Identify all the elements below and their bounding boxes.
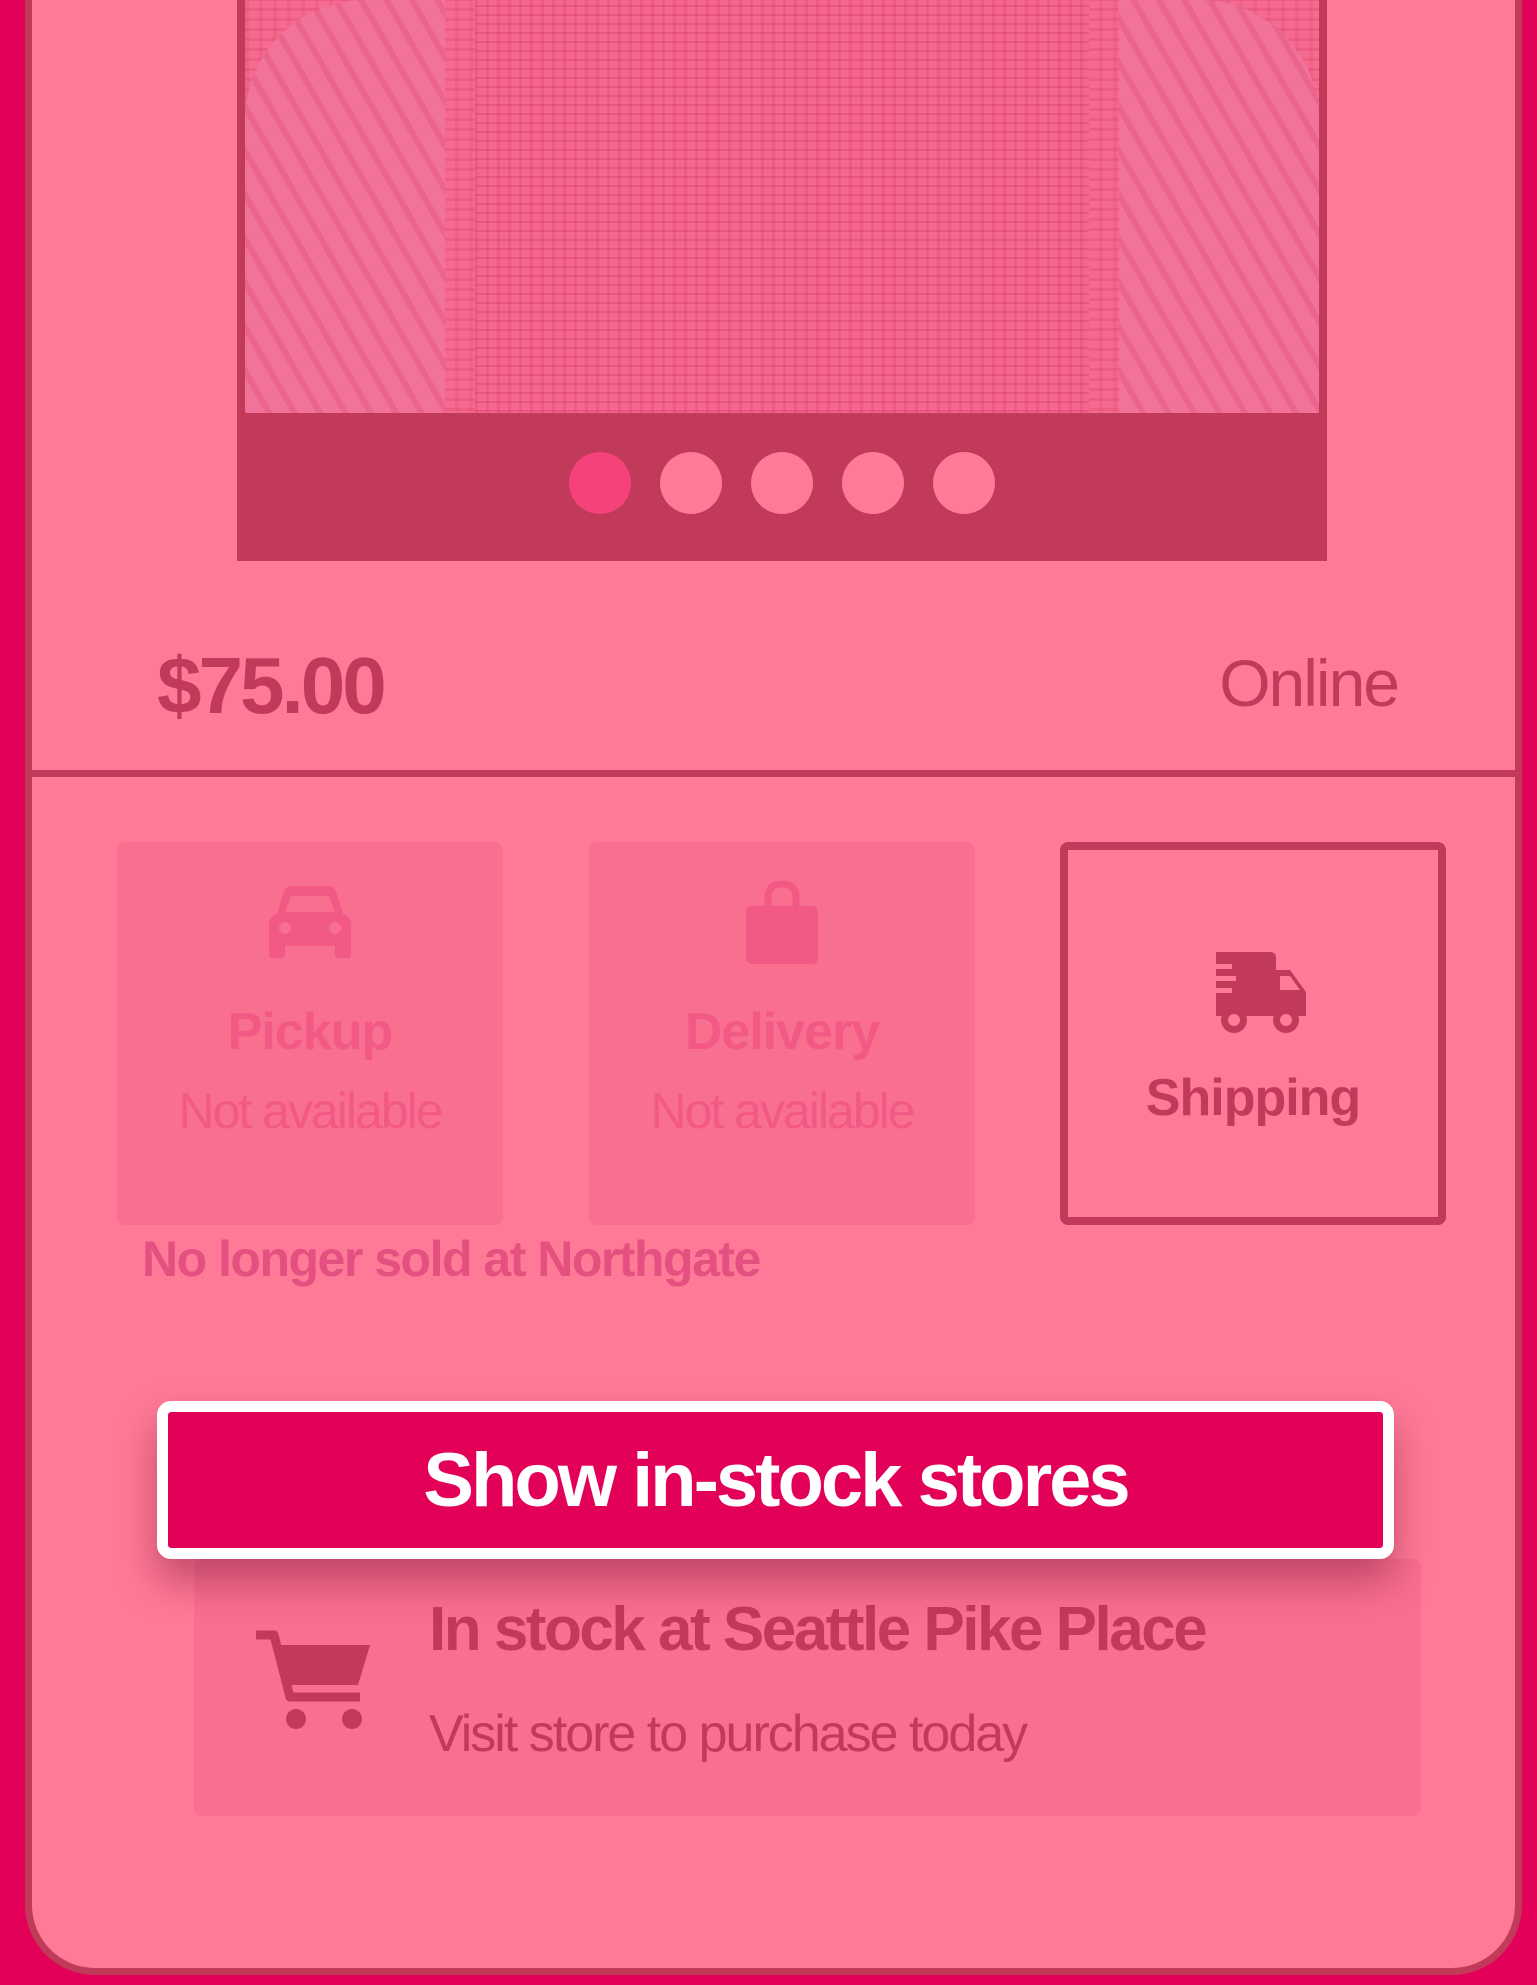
carousel-dot-4[interactable]: [842, 452, 904, 514]
store-stock-title: In stock at Seattle Pike Place: [429, 1595, 1208, 1664]
delivery-title: Delivery: [684, 1003, 880, 1061]
store-stock-subtitle: Visit store to purchase today: [429, 1705, 1028, 1763]
delivery-status: Not available: [650, 1083, 915, 1139]
show-in-stock-stores-button[interactable]: Show in-stock stores: [157, 1401, 1394, 1559]
shipping-truck-icon: [1198, 950, 1308, 1041]
product-image: [245, 0, 1319, 421]
shopping-bag-icon: [744, 880, 820, 971]
product-image-carousel[interactable]: [237, 0, 1327, 561]
shipping-title: Shipping: [1145, 1069, 1361, 1127]
carousel-dot-3[interactable]: [751, 452, 813, 514]
carousel-dot-1[interactable]: [569, 452, 631, 514]
sales-channel-label: Online: [1219, 646, 1400, 720]
pickup-option: Pickup Not available: [117, 842, 503, 1225]
pickup-title: Pickup: [227, 1003, 394, 1061]
divider: [32, 770, 1515, 777]
delivery-option: Delivery Not available: [589, 842, 975, 1225]
product-card: $75.00 Online Pickup Not available Deliv…: [25, 0, 1522, 1975]
pickup-status: Not available: [178, 1083, 443, 1139]
car-icon: [267, 884, 353, 965]
cart-icon: [254, 1627, 374, 1742]
shipping-option[interactable]: Shipping: [1060, 842, 1446, 1225]
store-availability-card[interactable]: In stock at Seattle Pike Place Visit sto…: [194, 1559, 1421, 1816]
availability-notice: No longer sold at Northgate: [142, 1231, 761, 1287]
carousel-dot-2[interactable]: [660, 452, 722, 514]
carousel-dot-5[interactable]: [933, 452, 995, 514]
carousel-pagination: [245, 413, 1319, 553]
product-price: $75.00: [157, 641, 387, 730]
